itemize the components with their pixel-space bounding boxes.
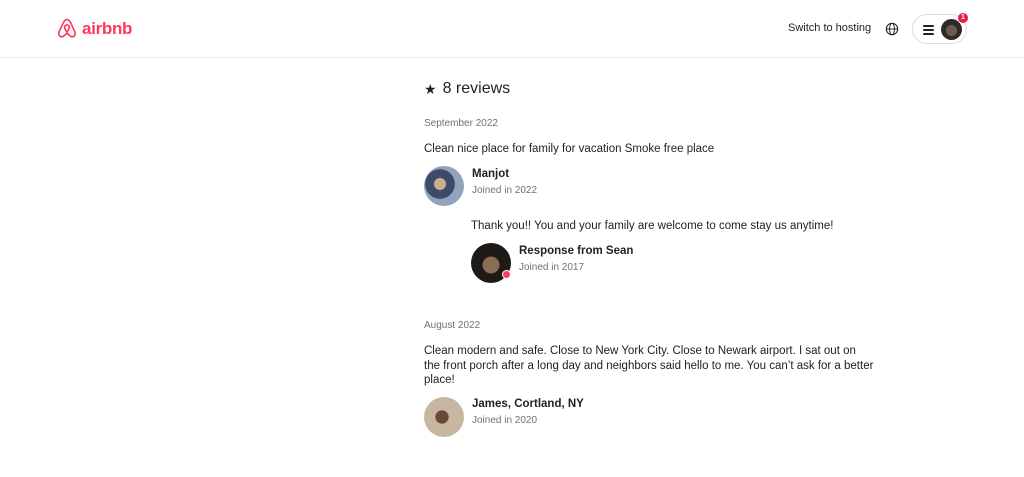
reviewer-name[interactable]: James, Cortland, NY [472,398,584,410]
host-joined: Joined in 2017 [519,262,585,273]
top-header: airbnb Switch to hosting 1 [0,0,1024,58]
reviews-heading: ★ 8 reviews [424,80,510,98]
reviewer-avatar[interactable] [424,166,464,206]
star-icon: ★ [424,81,437,97]
notification-badge: 1 [958,13,968,23]
host-response-name[interactable]: Response from Sean [519,245,633,257]
reviewer-name[interactable]: Manjot [472,168,509,180]
review-date: September 2022 [424,118,498,129]
superhost-badge-icon [502,270,511,279]
switch-to-hosting-link[interactable]: Switch to hosting [788,22,871,34]
reviews-count: 8 reviews [442,80,511,97]
host-response-text: Thank you!! You and your family are welc… [471,220,834,232]
reviewer-avatar[interactable] [424,397,464,437]
reviewer-joined: Joined in 2020 [472,415,538,426]
logo-text: airbnb [82,18,133,38]
airbnb-logo-icon [57,18,77,38]
airbnb-logo[interactable]: airbnb [56,17,132,40]
hamburger-menu-icon [923,25,934,35]
reviewer-joined: Joined in 2022 [472,185,538,196]
review-text: Clean modern and safe. Close to New York… [424,345,874,386]
review-text: Clean nice place for family for vacation… [424,143,715,155]
user-avatar [941,19,962,40]
user-menu-button[interactable]: 1 [912,13,968,44]
globe-icon[interactable] [885,22,899,36]
review-date: August 2022 [424,320,481,331]
